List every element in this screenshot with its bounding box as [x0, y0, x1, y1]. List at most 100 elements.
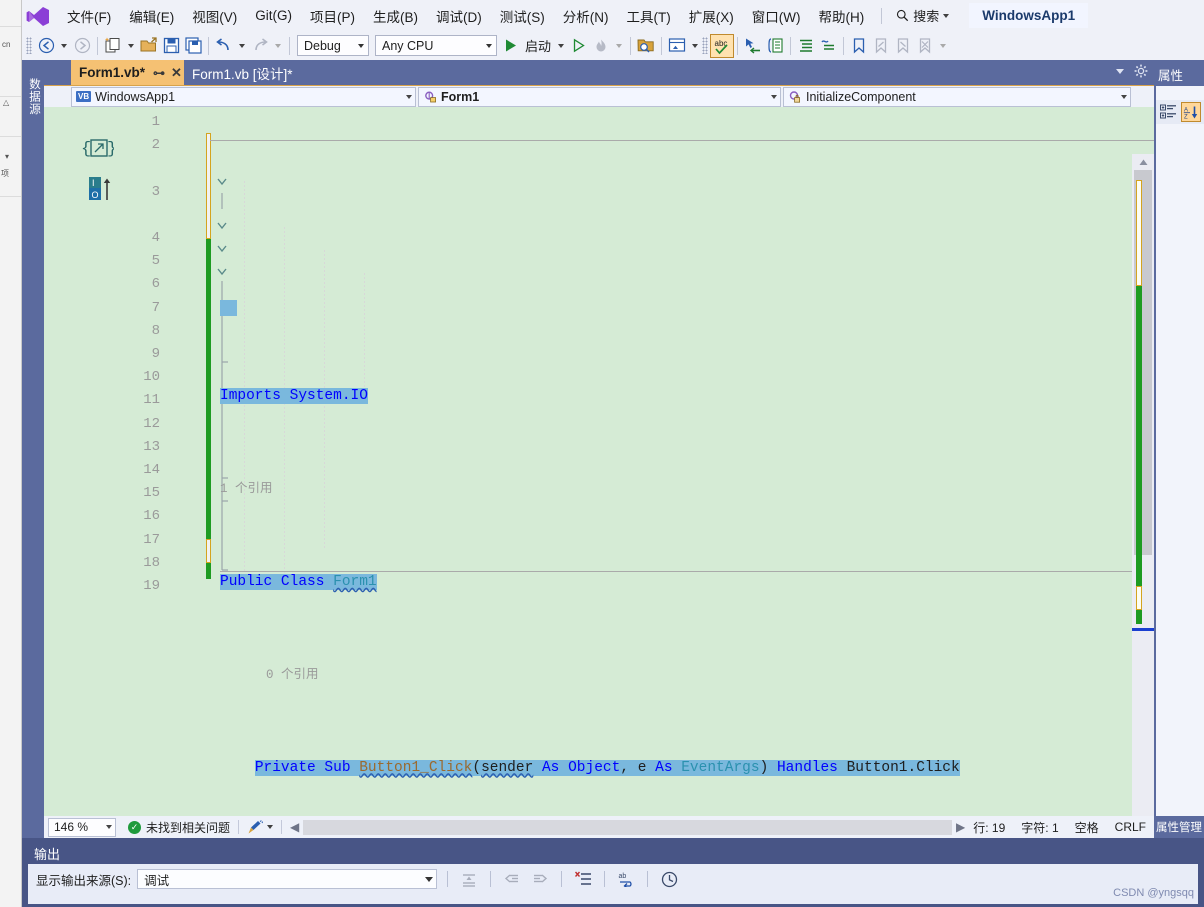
menu-project[interactable]: 项目(P) — [301, 2, 364, 30]
menu-test[interactable]: 测试(S) — [491, 2, 554, 30]
project-dropdown[interactable]: VB WindowsApp1 — [71, 86, 416, 107]
undo-icon[interactable] — [213, 35, 235, 57]
navigate-backward-dropdown-icon[interactable] — [61, 43, 67, 48]
solution-platform-combo[interactable]: Any CPU — [375, 35, 497, 56]
tab-form1-vb[interactable]: Form1.vb* ⊶ ✕ — [71, 60, 184, 85]
toolbar-divider — [737, 36, 739, 55]
start-dropdown-icon[interactable] — [558, 43, 565, 48]
output-source-select[interactable]: 调试 — [137, 869, 438, 889]
properties-panel-title: 属性 — [1158, 69, 1184, 83]
properties-dock: 属性 A Z 属性管理 — [1154, 60, 1204, 838]
properties-panel-body: A Z — [1156, 86, 1204, 816]
clear-bookmarks-icon — [914, 35, 936, 57]
type-dropdown[interactable]: Form1 — [418, 86, 781, 107]
zoom-level-select[interactable]: 146 % — [48, 817, 116, 837]
new-project-icon[interactable] — [102, 35, 124, 57]
open-file-icon[interactable] — [138, 35, 160, 57]
chevron-down-icon — [425, 876, 434, 882]
gear-icon[interactable] — [1134, 64, 1148, 78]
insert-snippet-icon[interactable] — [764, 35, 786, 57]
new-project-dropdown-icon[interactable] — [128, 43, 134, 48]
navigate-backward-icon[interactable] — [35, 35, 57, 57]
properties-dropdown-icon[interactable] — [692, 43, 699, 48]
menu-extensions[interactable]: 扩展(X) — [680, 2, 743, 30]
tab-form1-vb-designer[interactable]: Form1.vb [设计]* — [184, 60, 329, 85]
hscroll-right-arrow-icon[interactable]: ▶ — [956, 820, 965, 834]
menu-tools[interactable]: 工具(T) — [618, 2, 680, 30]
toolbar-grip[interactable] — [26, 37, 32, 54]
menu-file[interactable]: 文件(F) — [58, 2, 120, 30]
solution-configuration-combo[interactable]: Debug — [297, 35, 369, 56]
horizontal-scrollbar-thumb[interactable] — [303, 819, 953, 835]
menu-window[interactable]: 窗口(W) — [743, 2, 810, 30]
properties-window-icon[interactable] — [666, 35, 688, 57]
toolbar-overflow-icon[interactable] — [940, 43, 947, 48]
status-divider — [281, 820, 283, 834]
member-dropdown-value: InitializeComponent — [806, 89, 916, 104]
output-panel: 输出 显示输出来源(S): 调试 ab CSDN @yngsqq — [22, 838, 1204, 907]
menu-debug[interactable]: 调试(D) — [427, 2, 491, 30]
editor-status-bar: 146 % ✓ 未找到相关问题 ◀ ▶ 行: 19 字符: 1 空格 CRLF — [44, 816, 1154, 838]
search-box[interactable]: 搜索 — [890, 3, 955, 28]
hot-reload-icon — [590, 35, 612, 57]
comment-lines-icon[interactable] — [795, 35, 817, 57]
code-cleanup-button[interactable] — [247, 819, 274, 835]
codelens-1[interactable]: 1 个引用 — [220, 478, 1154, 501]
output-divider — [604, 871, 606, 887]
line-number: 16 — [143, 508, 160, 525]
sidebar-tab-data-sources[interactable]: 数据源 — [24, 78, 42, 116]
alphabetical-sort-icon[interactable]: A Z — [1181, 102, 1201, 122]
svg-text:I: I — [92, 178, 95, 188]
code-braces-expand-icon[interactable]: { } — [80, 133, 114, 167]
pin-icon[interactable]: ⊶ — [153, 66, 165, 80]
inheritance-margin-icon[interactable]: I O — [88, 175, 118, 203]
code-editor[interactable]: { } I O 1 2 3 — [44, 107, 1154, 816]
redo-icon — [249, 35, 271, 57]
menu-analyze[interactable]: 分析(N) — [554, 2, 618, 30]
menu-build[interactable]: 生成(B) — [364, 2, 427, 30]
save-icon[interactable] — [160, 35, 182, 57]
member-dropdown[interactable]: InitializeComponent — [783, 86, 1131, 107]
start-debug-icon[interactable] — [500, 35, 522, 57]
tab-list-chevron-down-icon[interactable] — [1116, 68, 1124, 74]
code-text-body[interactable]: Imports System.IO 1 个引用 Public Class For… — [210, 107, 1154, 816]
show-timestamps-icon[interactable] — [658, 869, 680, 890]
toolbar-grip-2[interactable] — [702, 37, 709, 54]
redo-dropdown-icon — [275, 43, 281, 48]
toolbar-divider — [289, 36, 290, 55]
scroll-up-arrow-icon[interactable] — [1132, 154, 1154, 170]
properties-manager-tab[interactable]: 属性管理 — [1156, 818, 1204, 838]
save-all-icon[interactable] — [182, 35, 204, 57]
change-tracking-bar — [206, 107, 211, 816]
start-without-debugging-icon[interactable] — [568, 35, 590, 57]
hscroll-left-arrow-icon[interactable]: ◀ — [290, 820, 299, 834]
line-ending-indicator[interactable]: CRLF — [1107, 820, 1154, 834]
categorized-view-icon[interactable] — [1158, 102, 1178, 122]
navigation-bar: VB WindowsApp1 Form1 InitializeComponent — [44, 85, 1154, 131]
next-bookmark-icon — [892, 35, 914, 57]
codelens-2[interactable]: 0 个引用 — [220, 664, 1154, 687]
menu-edit[interactable]: 编辑(E) — [120, 2, 183, 30]
close-icon[interactable]: ✕ — [171, 65, 182, 81]
solution-explorer-search-icon[interactable] — [635, 35, 657, 57]
menu-git[interactable]: Git(G) — [246, 4, 301, 27]
code-line-2: Imports System.IO — [220, 385, 1154, 408]
step-into-specific-icon[interactable] — [742, 35, 764, 57]
broom-icon — [248, 819, 264, 833]
clear-all-icon[interactable] — [572, 869, 594, 890]
line-number: 13 — [143, 438, 160, 455]
menu-help[interactable]: 帮助(H) — [809, 2, 873, 30]
editor-vertical-scrollbar[interactable] — [1132, 154, 1154, 816]
spell-check-icon[interactable]: abc — [710, 33, 735, 58]
svg-text:}: } — [107, 140, 114, 159]
toggle-word-wrap-icon[interactable]: ab — [615, 869, 637, 890]
indentation-indicator[interactable]: 空格 — [1067, 819, 1107, 836]
find-message-icon — [458, 869, 480, 890]
editor-glyph-margin: { } I O — [80, 107, 114, 816]
uncomment-lines-icon[interactable] — [817, 35, 839, 57]
line-indicator: 行: 19 — [973, 820, 1006, 835]
menu-view[interactable]: 视图(V) — [183, 2, 246, 30]
undo-dropdown-icon[interactable] — [239, 43, 245, 48]
toggle-bookmark-icon[interactable] — [848, 35, 870, 57]
start-button-label[interactable]: 启动 — [522, 36, 554, 55]
